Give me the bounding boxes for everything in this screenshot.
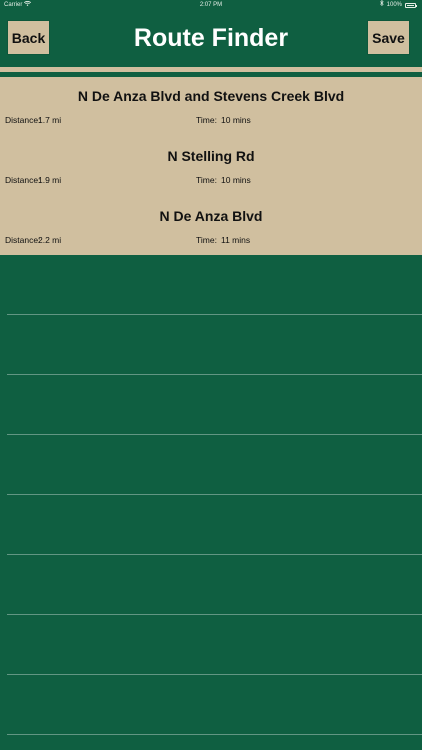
save-button[interactable]: Save xyxy=(368,21,409,54)
route-name: N De Anza Blvd xyxy=(159,208,263,224)
row-separator xyxy=(7,614,422,615)
time-label: Time: xyxy=(196,235,217,245)
status-bar-right: 100% xyxy=(379,0,417,10)
distance-value: 2.2 mi xyxy=(38,235,62,245)
row-separator xyxy=(7,494,422,495)
row-separator xyxy=(7,374,422,375)
time-value: 11 mins xyxy=(221,235,251,245)
distance-label: Distance: xyxy=(5,115,41,125)
time-value: 10 mins xyxy=(221,115,251,125)
distance-label: Distance: xyxy=(5,175,41,185)
route-name: N Stelling Rd xyxy=(167,148,255,164)
bluetooth-icon xyxy=(379,0,384,10)
time-label: Time: xyxy=(196,175,217,185)
time-label: Time: xyxy=(196,115,217,125)
row-separator xyxy=(7,674,422,675)
row-separator xyxy=(7,734,422,735)
route-name: N De Anza Blvd and Stevens Creek Blvd xyxy=(77,88,345,104)
battery-percent: 100% xyxy=(386,2,402,8)
route-item[interactable]: N Stelling Rd Distance: 1.9 mi Time: 10 … xyxy=(0,137,422,197)
status-time: 2:07 PM xyxy=(199,2,223,8)
battery-icon xyxy=(405,2,417,8)
status-bar: Carrier 2:07 PM 100% xyxy=(0,0,422,10)
page-title: Route Finder xyxy=(133,24,289,52)
row-separator xyxy=(7,554,422,555)
distance-value: 1.7 mi xyxy=(38,115,62,125)
distance-value: 1.9 mi xyxy=(38,175,62,185)
routes-list: N De Anza Blvd and Stevens Creek Blvd Di… xyxy=(0,77,422,255)
row-separator xyxy=(7,314,422,315)
header-divider xyxy=(0,67,422,72)
row-separator xyxy=(7,434,422,435)
navigation-header: Back Route Finder Save xyxy=(0,10,422,66)
time-value: 10 mins xyxy=(221,175,251,185)
distance-label: Distance: xyxy=(5,235,41,245)
route-item[interactable]: N De Anza Blvd and Stevens Creek Blvd Di… xyxy=(0,77,422,137)
route-item[interactable]: N De Anza Blvd Distance: 2.2 mi Time: 11… xyxy=(0,197,422,257)
